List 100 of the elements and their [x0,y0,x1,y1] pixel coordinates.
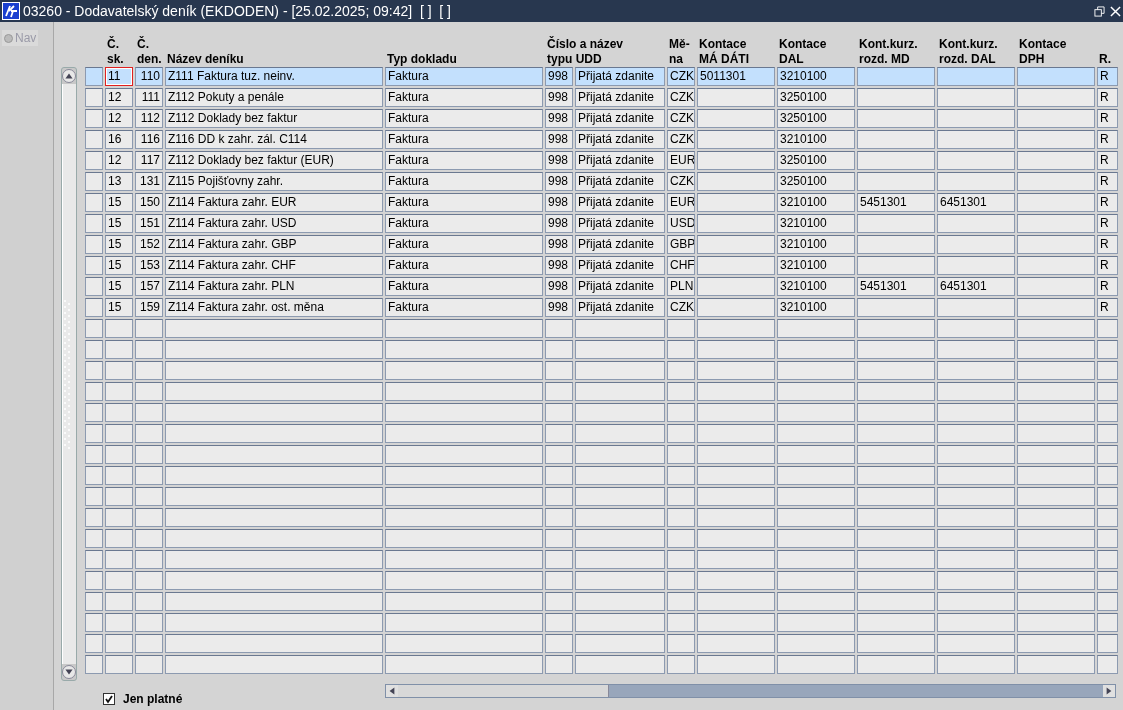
table-cell[interactable] [385,571,543,590]
table-cell[interactable] [105,403,133,422]
table-cell[interactable]: Faktura [385,172,543,191]
table-cell[interactable]: 157 [135,277,163,296]
table-cell[interactable] [545,361,573,380]
table-cell[interactable] [777,466,855,485]
table-cell[interactable] [575,508,665,527]
table-cell[interactable]: 15 [105,256,133,275]
table-cell[interactable]: 3210100 [777,193,855,212]
table-cell[interactable] [777,592,855,611]
table-cell[interactable] [545,508,573,527]
table-cell[interactable] [385,487,543,506]
table-cell[interactable]: 12 [105,88,133,107]
row-selector[interactable] [85,151,103,170]
table-cell[interactable] [697,130,775,149]
table-cell[interactable] [1017,529,1095,548]
table-cell[interactable] [105,634,133,653]
table-cell[interactable] [135,382,163,401]
table-cell[interactable]: 13 [105,172,133,191]
table-cell[interactable]: 153 [135,256,163,275]
table-cell[interactable] [165,382,383,401]
table-cell[interactable] [937,655,1015,674]
table-cell[interactable]: Z114 Faktura zahr. GBP [165,235,383,254]
table-cell[interactable]: 3210100 [777,298,855,317]
column-header[interactable]: Kontace MÁ DÁTI [697,37,775,67]
table-cell[interactable] [697,613,775,632]
table-cell[interactable] [105,613,133,632]
table-cell[interactable] [667,424,695,443]
scroll-up-icon[interactable] [62,69,76,83]
table-cell[interactable] [1017,88,1095,107]
row-selector[interactable] [85,172,103,191]
table-cell[interactable] [1097,613,1118,632]
table-cell[interactable]: EUR [667,193,695,212]
table-cell[interactable]: Faktura [385,256,543,275]
table-cell[interactable] [545,655,573,674]
table-cell[interactable] [857,256,935,275]
table-cell[interactable] [667,382,695,401]
table-cell[interactable] [1017,130,1095,149]
row-selector[interactable] [85,403,103,422]
table-cell[interactable] [545,319,573,338]
table-cell[interactable] [777,319,855,338]
table-cell[interactable] [777,361,855,380]
table-cell[interactable] [667,571,695,590]
table-cell[interactable] [697,466,775,485]
row-selector[interactable] [85,361,103,380]
table-cell[interactable] [667,340,695,359]
table-cell[interactable] [1017,172,1095,191]
table-cell[interactable] [545,592,573,611]
table-cell[interactable] [937,109,1015,128]
table-cell[interactable]: 12 [105,109,133,128]
table-cell[interactable] [697,508,775,527]
table-cell[interactable] [1017,256,1095,275]
table-cell[interactable] [575,571,665,590]
table-cell[interactable] [165,571,383,590]
table-cell[interactable]: R [1097,298,1118,317]
table-cell[interactable]: 15 [105,193,133,212]
row-selector[interactable] [85,571,103,590]
table-cell[interactable] [697,382,775,401]
table-cell[interactable] [545,571,573,590]
table-cell[interactable] [135,571,163,590]
table-cell[interactable] [697,634,775,653]
table-cell[interactable] [667,319,695,338]
table-cell[interactable] [575,319,665,338]
table-cell[interactable] [857,298,935,317]
table-cell[interactable] [1097,634,1118,653]
table-cell[interactable]: 3210100 [777,67,855,86]
table-cell[interactable]: Přijatá zdanite [575,256,665,275]
table-cell[interactable]: Faktura [385,235,543,254]
row-selector[interactable] [85,193,103,212]
table-cell[interactable] [697,361,775,380]
table-cell[interactable] [777,634,855,653]
table-cell[interactable] [135,466,163,485]
table-cell[interactable]: 150 [135,193,163,212]
table-cell[interactable] [937,382,1015,401]
table-cell[interactable] [937,466,1015,485]
table-cell[interactable] [857,403,935,422]
table-cell[interactable]: Faktura [385,109,543,128]
table-cell[interactable]: 998 [545,172,573,191]
table-cell[interactable] [1017,214,1095,233]
table-cell[interactable]: Z112 Doklady bez faktur (EUR) [165,151,383,170]
scroll-right-icon[interactable] [1103,685,1115,697]
table-cell[interactable] [667,550,695,569]
table-cell[interactable] [697,550,775,569]
table-cell[interactable]: CZK [667,298,695,317]
table-cell[interactable] [697,235,775,254]
table-cell[interactable]: 15 [105,277,133,296]
table-cell[interactable] [667,445,695,464]
table-cell[interactable]: Přijatá zdanite [575,88,665,107]
table-cell[interactable] [165,424,383,443]
table-cell[interactable]: 111 [135,88,163,107]
table-cell[interactable] [937,130,1015,149]
row-selector[interactable] [85,634,103,653]
table-cell[interactable] [857,382,935,401]
table-cell[interactable] [667,613,695,632]
table-cell[interactable] [575,361,665,380]
table-cell[interactable] [937,634,1015,653]
table-cell[interactable] [937,424,1015,443]
row-selector[interactable] [85,67,103,86]
row-selector[interactable] [85,508,103,527]
table-cell[interactable]: Faktura [385,151,543,170]
